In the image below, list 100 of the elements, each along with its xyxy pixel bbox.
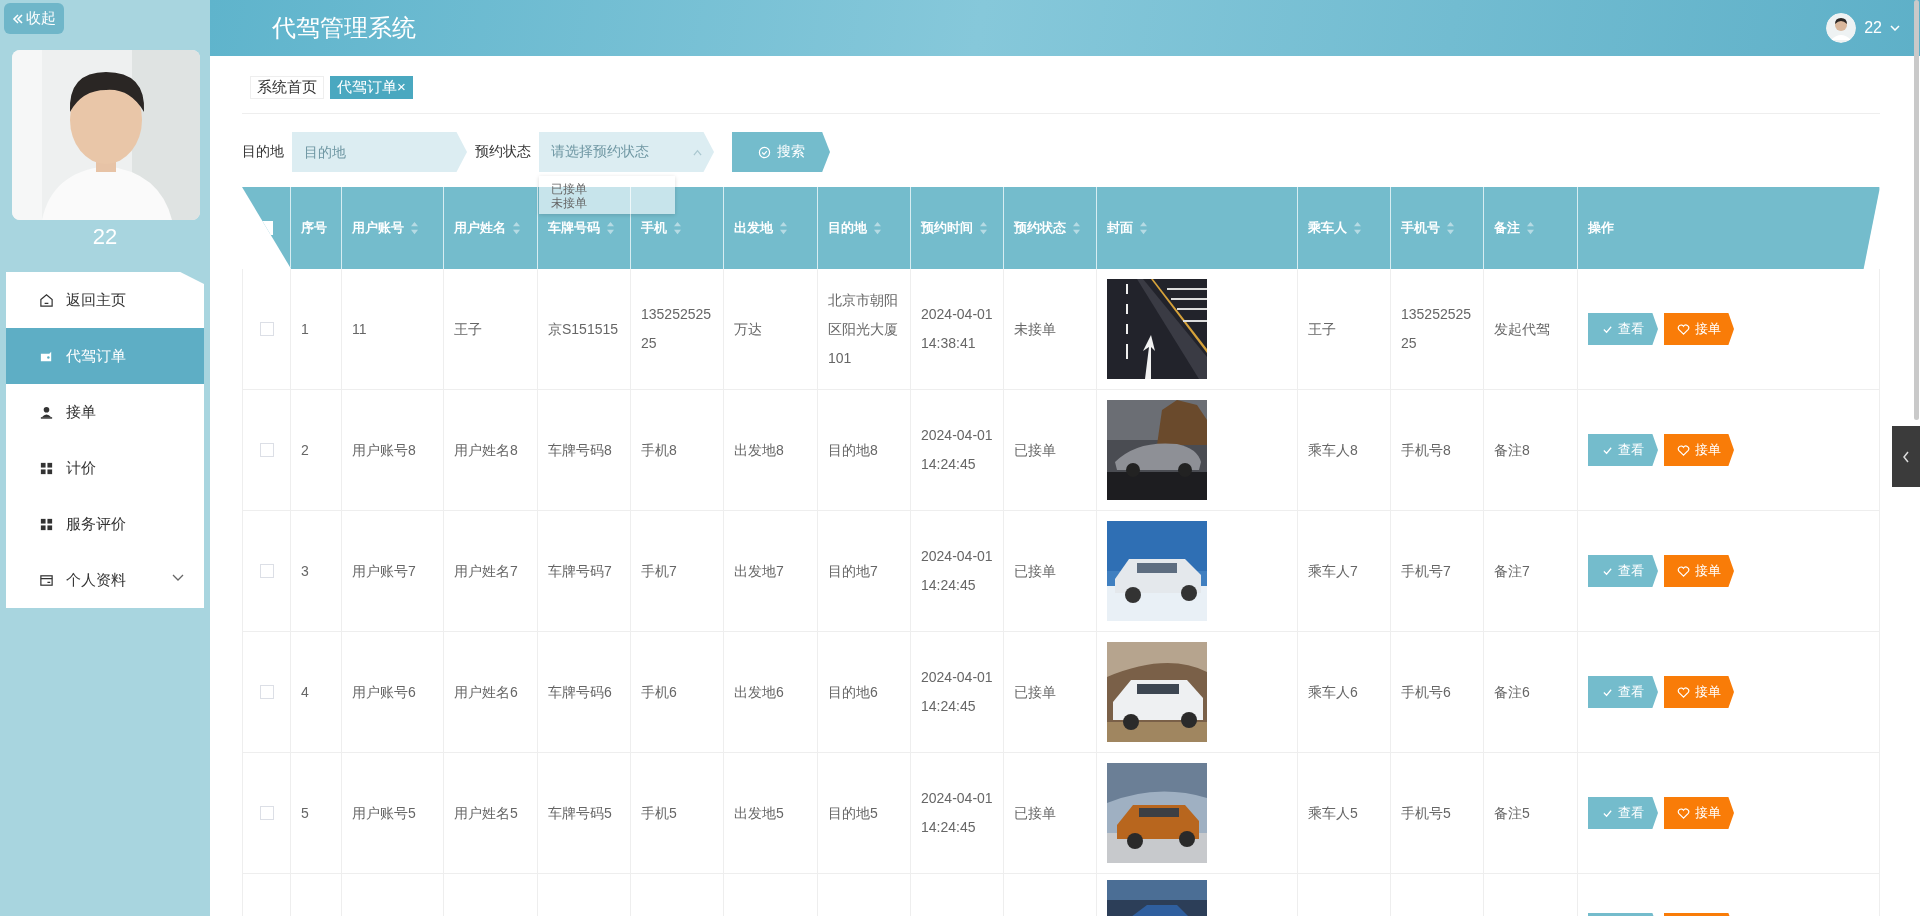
row-checkbox[interactable] xyxy=(259,685,274,699)
view-button[interactable]: 查看 xyxy=(1588,434,1658,466)
table-cell-text: 出发地7 xyxy=(734,561,784,581)
table-cell-text: 用户账号6 xyxy=(352,682,416,702)
view-button[interactable]: 查看 xyxy=(1588,797,1658,829)
sort-icon[interactable] xyxy=(873,221,882,235)
sort-icon[interactable] xyxy=(779,221,788,235)
sidebar-item[interactable]: 代驾订单 xyxy=(6,328,204,384)
sort-icon[interactable] xyxy=(512,221,521,235)
accept-button[interactable]: 接单 xyxy=(1664,555,1734,587)
view-button[interactable]: 查看 xyxy=(1588,313,1658,345)
column-header: 乘车人 xyxy=(1308,219,1347,237)
row-checkbox[interactable] xyxy=(259,322,274,336)
dropdown-option[interactable]: 已接单 xyxy=(551,182,675,196)
table-cell-text: 2 xyxy=(301,440,309,460)
accept-button[interactable]: 接单 xyxy=(1664,434,1734,466)
table-cell-text: 备注7 xyxy=(1494,561,1530,581)
dropdown-option[interactable]: 未接单 xyxy=(551,196,675,210)
table-cell-text: 车牌号码5 xyxy=(548,803,612,823)
table-cell-text: 手机号7 xyxy=(1401,561,1451,581)
sort-icon[interactable] xyxy=(1072,221,1081,235)
sidebar-item[interactable]: 个人资料 xyxy=(6,552,204,608)
column-header: 车牌号码 xyxy=(548,219,600,237)
search-button[interactable]: 搜索 xyxy=(732,132,830,172)
sidebar-item[interactable]: 计价 xyxy=(6,440,204,496)
table-cell-text: 用户姓名6 xyxy=(454,682,518,702)
table-cell-text: 京S151515 xyxy=(548,319,619,339)
sidebar-item[interactable]: 服务评价 xyxy=(6,496,204,552)
heart-icon xyxy=(1677,807,1690,819)
user-name: 22 xyxy=(91,224,119,250)
home-icon xyxy=(39,292,54,308)
caret-icon xyxy=(693,147,702,157)
scrollbar[interactable] xyxy=(1914,0,1919,420)
field-label: 预约状态 xyxy=(475,143,531,161)
row-checkbox[interactable] xyxy=(259,564,274,578)
table-cell-text: 用户姓名5 xyxy=(454,803,518,823)
table-cell-text: 车牌号码6 xyxy=(548,682,612,702)
table-cell-text: 已接单 xyxy=(1014,682,1056,702)
sort-icon[interactable] xyxy=(673,221,682,235)
table-cell-text: 2024-04-01 14:38:41 xyxy=(921,305,993,353)
sort-icon[interactable] xyxy=(606,221,615,235)
search-field[interactable]: 目的地 xyxy=(292,132,467,172)
table-cell-text: 手机7 xyxy=(641,561,677,581)
status-select[interactable]: 请选择预约状态 xyxy=(539,132,714,172)
double-chevron-icon xyxy=(12,12,24,25)
grid-icon xyxy=(39,516,54,532)
check-circle-icon xyxy=(757,145,771,159)
expand-handle[interactable] xyxy=(1892,426,1920,487)
sidebar-item[interactable]: 接单 xyxy=(6,384,204,440)
accept-button[interactable]: 接单 xyxy=(1664,797,1734,829)
column-header: 用户姓名 xyxy=(454,219,506,237)
table-cell-text: 手机8 xyxy=(641,440,677,460)
table-cell-text: 手机5 xyxy=(641,803,677,823)
column-header: 手机 xyxy=(641,219,667,237)
chevron-icon[interactable] xyxy=(172,574,184,582)
table-cell-text: 13525252525 xyxy=(1401,305,1473,353)
table-cell-text: 乘车人6 xyxy=(1308,682,1358,702)
table-cell-text: 手机6 xyxy=(641,682,677,702)
table-cell-text: 4 xyxy=(301,682,309,702)
view-button[interactable]: 查看 xyxy=(1588,676,1658,708)
accept-button[interactable]: 接单 xyxy=(1664,676,1734,708)
table-cell-text: 已接单 xyxy=(1014,803,1056,823)
table-cell-text: 手机号6 xyxy=(1401,682,1451,702)
user-menu[interactable]: 22 xyxy=(1864,19,1882,37)
breadcrumb-tab[interactable]: 系统首页 xyxy=(250,76,324,99)
table-cell-text: 用户账号5 xyxy=(352,803,416,823)
sort-icon[interactable] xyxy=(1446,221,1455,235)
table-cell-text: 目的地8 xyxy=(828,440,878,460)
collapse-button[interactable]: 收起 xyxy=(4,3,64,34)
row-checkbox[interactable] xyxy=(259,806,274,820)
table-cell-text: 万达 xyxy=(734,319,762,339)
table-cell-text: 王子 xyxy=(1308,319,1336,339)
sort-icon[interactable] xyxy=(979,221,988,235)
column-header: 用户账号 xyxy=(352,219,404,237)
accept-button[interactable]: 接单 xyxy=(1664,313,1734,345)
table-cell-text: 车牌号码8 xyxy=(548,440,612,460)
column-header: 备注 xyxy=(1494,219,1520,237)
table-cell-text: 3 xyxy=(301,561,309,581)
sort-icon[interactable] xyxy=(410,221,419,235)
table-cell-text: 2024-04-01 14:24:45 xyxy=(921,668,993,716)
table-cell-text: 出发地5 xyxy=(734,803,784,823)
sort-icon[interactable] xyxy=(1139,221,1148,235)
column-header: 目的地 xyxy=(828,219,867,237)
column-header: 封面 xyxy=(1107,219,1133,237)
table-cell-text: 手机号5 xyxy=(1401,803,1451,823)
table-cell-text: 1 xyxy=(301,319,309,339)
column-header: 预约状态 xyxy=(1014,219,1066,237)
table-cell-text: 手机号8 xyxy=(1401,440,1451,460)
column-header: 操作 xyxy=(1588,219,1614,237)
sidebar-item[interactable]: 返回主页 xyxy=(6,272,204,328)
table-cell-text: 已接单 xyxy=(1014,561,1056,581)
sort-icon[interactable] xyxy=(1526,221,1535,235)
breadcrumb-tab[interactable]: 代驾订单× xyxy=(330,76,413,99)
heart-icon xyxy=(1677,323,1690,335)
avatar-icon[interactable] xyxy=(1826,13,1857,43)
column-header: 序号 xyxy=(301,219,327,237)
sort-icon[interactable] xyxy=(1353,221,1362,235)
heart-icon xyxy=(1677,565,1690,577)
view-button[interactable]: 查看 xyxy=(1588,555,1658,587)
row-checkbox[interactable] xyxy=(259,443,274,457)
